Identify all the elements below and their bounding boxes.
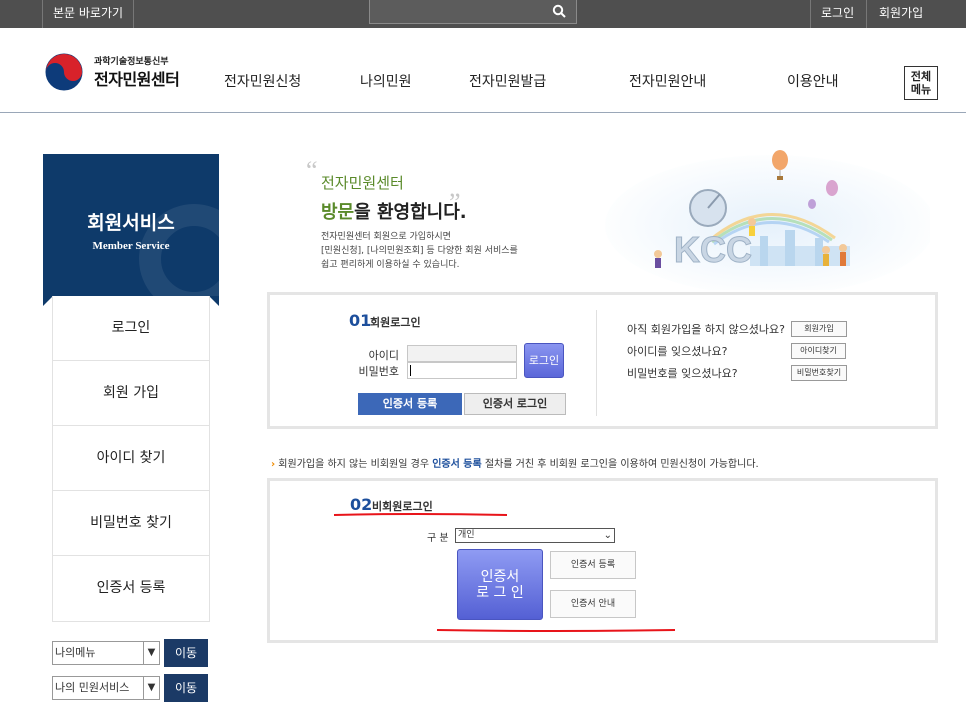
red-underline-annotation [333,513,508,516]
notice-text-before: 회원가입을 하지 않는 비회원일 경우 [275,459,433,470]
id-label: 아이디 [368,349,399,362]
my-services-select[interactable]: 나의 민원서비스 ▼ [52,676,160,700]
notice-text-after: 절차를 거친 후 비회원 로그인을 이용하여 민원신청이 가능합니다. [481,459,759,470]
nonmember-cert-login-button[interactable]: 인증서 로 그 인 [457,549,543,620]
quote-open-icon: “ [306,156,318,185]
my-menu-select-value: 나의메뉴 [55,646,96,659]
top-login-link[interactable]: 로그인 [810,0,864,28]
full-menu-button[interactable]: 전체 메뉴 [904,66,938,100]
welcome-desc-line1: 전자민원센터 회원으로 가입하시면 [321,232,451,242]
my-menu-select[interactable]: 나의메뉴 ▼ [52,641,160,665]
division-select[interactable]: 개인 ⌄ [455,528,615,543]
sidebar-menu: 로그인 회원 가입 아이디 찾기 비밀번호 찾기 인증서 등록 [52,296,210,622]
welcome-desc-line3: 쉽고 편리하게 이용하실 수 있습니다. [321,260,460,270]
nav-guide[interactable]: 전자민원안내 [629,71,706,91]
nonmember-notice: › 회원가입을 하지 않는 비회원일 경우 인증서 등록 절차를 거친 후 비회… [271,455,759,470]
search-input[interactable] [369,0,577,24]
id-input[interactable] [407,345,517,362]
site-header: 과학기술정보통신부 전자민원센터 전자민원신청 나의민원 전자민원발급 전자민원… [0,28,966,113]
logo-site-name[interactable]: 전자민원센터 [94,66,180,90]
full-menu-label-line2: 메뉴 [910,83,932,96]
join-button[interactable]: 회원가입 [791,321,847,337]
sidebar-item-login[interactable]: 로그인 [53,296,209,361]
help-question-find-password: 비밀번호를 잊으셨나요? [627,367,738,380]
welcome-desc-line2: [민원신청], [나의민원조회] 등 다양한 회원 서비스를 [321,246,518,256]
cert-login-button[interactable]: 인증서 로그인 [464,393,566,415]
top-join-link[interactable]: 회원가입 [866,0,935,28]
sidebar-header: 회원서비스 Member Service [43,154,219,296]
login-box-divider [596,310,597,416]
welcome-banner-illustration: KCC [605,150,930,290]
top-utility-bar: 본문 바로가기 로그인 회원가입 [0,0,966,28]
nav-apply[interactable]: 전자민원신청 [224,71,301,91]
welcome-line1: 전자민원센터 [321,174,404,192]
find-id-button[interactable]: 아이디찾기 [791,343,846,359]
division-label: 구 분 [427,533,449,544]
password-label: 비밀번호 [358,365,399,378]
password-input[interactable] [407,362,517,379]
nav-usage[interactable]: 이용안내 [787,71,839,91]
quote-close-icon: ” [449,188,461,217]
sidebar-item-find-id[interactable]: 아이디 찾기 [53,426,209,491]
welcome-highlight: 방문 [321,202,355,223]
nonmember-cert-register-button[interactable]: 인증서 등록 [550,551,636,579]
red-underline-annotation [436,629,676,632]
help-question-find-id: 아이디를 잊으셨나요? [627,345,728,358]
my-services-go-button[interactable]: 이동 [164,674,208,702]
login-button[interactable]: 로그인 [524,343,564,378]
search-icon[interactable] [552,4,566,18]
chevron-down-icon: ▼ [143,642,159,664]
notice-highlight: 인증서 등록 [432,459,482,470]
sidebar-notch-right [209,296,219,306]
help-question-join: 아직 회원가입을 하지 않으셨나요? [627,323,786,336]
sidebar-item-join[interactable]: 회원 가입 [53,361,209,426]
division-select-value: 개인 [458,530,475,540]
government-logo-icon[interactable] [44,52,84,92]
find-password-button[interactable]: 비밀번호찾기 [791,365,847,381]
full-menu-label-line1: 전체 [910,70,932,83]
welcome-line2: 방문을 환영합니다. [321,198,467,224]
cert-login-line1: 인증서 [480,569,520,585]
sidebar-item-find-password[interactable]: 비밀번호 찾기 [53,491,209,556]
cert-guide-button[interactable]: 인증서 안내 [550,590,636,618]
chevron-down-icon: ⌄ [603,530,612,541]
my-services-select-value: 나의 민원서비스 [55,681,130,694]
nav-issue[interactable]: 전자민원발급 [469,71,546,91]
cert-login-line2: 로 그 인 [476,585,524,601]
banner-kcc-text: KCC [674,229,752,270]
chevron-down-icon: ▼ [143,677,159,699]
sidebar-title: 회원서비스 [87,212,175,234]
my-menu-go-button[interactable]: 이동 [164,639,208,667]
sidebar-subtitle: Member Service [92,240,170,252]
nav-my-petitions[interactable]: 나의민원 [360,71,412,91]
skip-to-content-link[interactable]: 본문 바로가기 [42,0,135,28]
member-login-title: 회원로그인 [370,316,421,329]
member-login-number: 01 [349,311,372,330]
sidebar-item-cert-register[interactable]: 인증서 등록 [53,556,209,621]
text-caret [410,365,411,376]
cert-register-button[interactable]: 인증서 등록 [358,393,462,415]
